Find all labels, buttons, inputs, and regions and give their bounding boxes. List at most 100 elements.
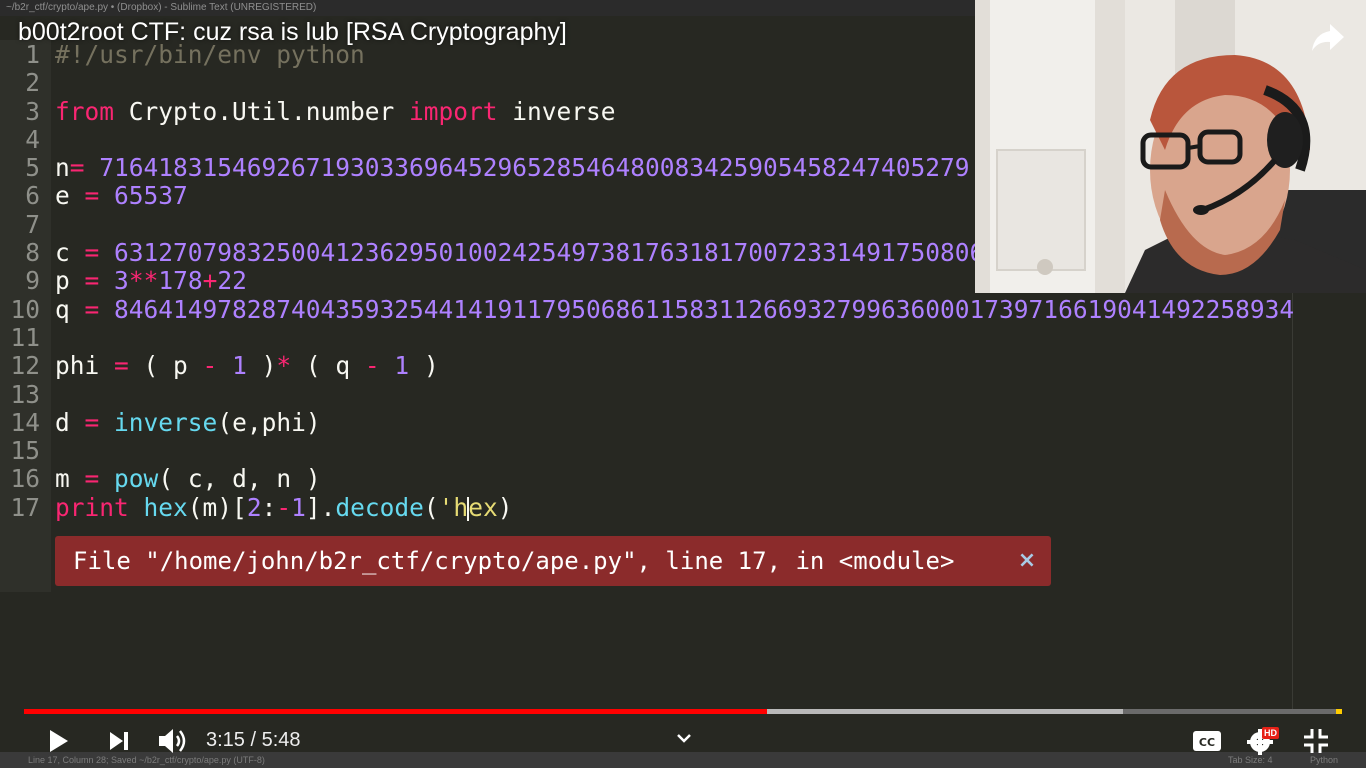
code-line[interactable]: 16 m = pow( c, d, n ) xyxy=(0,464,1294,494)
code-line[interactable]: 14 d = inverse(e,phi) xyxy=(0,407,1294,437)
code-token: pow xyxy=(114,464,159,494)
code-token: = xyxy=(84,238,100,268)
line-content: q = 846414978287404359325441419117950686… xyxy=(55,294,1295,324)
code-token: = xyxy=(114,351,129,381)
code-token: ex xyxy=(468,492,498,522)
code-token: ) xyxy=(497,492,513,522)
code-token: * xyxy=(276,351,292,381)
line-number: 14 xyxy=(10,407,40,437)
line-number: 9 xyxy=(25,266,40,296)
captions-icon[interactable]: CC xyxy=(1192,729,1222,753)
code-token: ) xyxy=(246,351,277,381)
code-token: hex xyxy=(143,492,188,522)
code-token: ( c, d, n ) xyxy=(158,464,321,494)
code-token: = xyxy=(84,407,100,437)
progress-end-marker xyxy=(1336,709,1342,714)
status-bar: Line 17, Column 28; Saved ~/b2r_ctf/cryp… xyxy=(0,752,1366,768)
settings-icon[interactable]: HD xyxy=(1246,727,1280,757)
share-icon[interactable] xyxy=(1308,20,1348,56)
chevron-down-icon[interactable] xyxy=(674,728,694,748)
error-close-button[interactable]: × xyxy=(1012,536,1042,586)
error-message: File "/home/john/b2r_ctf/crypto/ape.py",… xyxy=(73,547,955,575)
hd-badge: HD xyxy=(1262,727,1279,739)
code-token: 7164183154692671930336964529652854648008… xyxy=(99,153,970,183)
code-line[interactable]: 12 phi = ( p - 1 )* ( q - 1 ) xyxy=(0,351,1294,381)
code-line[interactable]: 17 print hex(m)[2:-1].decode('hex) xyxy=(0,492,1294,522)
line-number: 3 xyxy=(25,96,40,126)
line-number: 5 xyxy=(25,153,40,183)
line-number: 8 xyxy=(25,238,40,268)
code-token: : xyxy=(261,492,277,522)
code-token: print xyxy=(55,492,129,522)
code-token: 1 xyxy=(394,351,410,381)
code-line[interactable]: 10 q = 8464149782874043593254414191179506… xyxy=(0,294,1295,324)
code-token: 3 xyxy=(114,266,129,296)
progress-bar[interactable] xyxy=(24,709,1342,714)
code-token: = xyxy=(84,294,100,324)
time-display: 3:15 / 5:48 xyxy=(206,729,301,751)
play-icon[interactable] xyxy=(44,727,72,755)
volume-icon[interactable] xyxy=(156,726,190,756)
code-token: 178 xyxy=(158,266,203,296)
code-token: - xyxy=(364,351,380,381)
code-token: 65537 xyxy=(114,181,188,211)
code-token: Crypto.Util.number xyxy=(114,96,410,126)
code-token: import xyxy=(409,96,498,126)
code-token: c xyxy=(55,238,85,268)
code-line[interactable]: 13 xyxy=(0,379,1294,409)
error-popup: File "/home/john/b2r_ctf/crypto/ape.py",… xyxy=(55,536,1051,586)
line-number: 15 xyxy=(10,436,40,466)
next-icon[interactable] xyxy=(106,729,132,753)
code-token: = xyxy=(84,266,100,296)
line-content: from Crypto.Util.number import inverse xyxy=(55,96,616,126)
line-number: 10 xyxy=(10,294,40,324)
code-token: (m)[ xyxy=(187,492,247,522)
video-title[interactable]: b00t2root CTF: cuz rsa is lub [RSA Crypt… xyxy=(18,18,567,47)
code-token: d xyxy=(55,407,85,437)
code-token: ( xyxy=(423,492,439,522)
code-token: m xyxy=(55,464,85,494)
line-content: print hex(m)[2:-1].decode('hex) xyxy=(55,492,513,522)
code-token: 1 xyxy=(232,351,247,381)
code-line[interactable]: 11 xyxy=(0,322,1294,352)
code-token: from xyxy=(55,96,115,126)
code-token: 22 xyxy=(217,266,247,296)
svg-text:CC: CC xyxy=(1199,736,1215,749)
code-token: + xyxy=(202,266,218,296)
line-content: n= 7164183154692671930336964529652854648… xyxy=(55,154,970,182)
line-number: 7 xyxy=(25,209,40,239)
exit-fullscreen-icon[interactable] xyxy=(1302,727,1330,755)
code-token: e xyxy=(55,181,85,211)
code-token: = xyxy=(69,153,85,183)
line-content: d = inverse(e,phi) xyxy=(55,407,321,437)
code-token: ( q xyxy=(291,351,365,381)
code-token: inverse xyxy=(114,407,218,437)
code-token: ( p xyxy=(128,351,203,381)
code-token: 6312707983250041236295010024254973817631… xyxy=(114,238,985,268)
line-number: 13 xyxy=(10,379,40,409)
progress-played xyxy=(24,709,768,714)
line-number: 12 xyxy=(10,351,40,381)
code-token: = xyxy=(84,464,100,494)
line-content: c = 631270798325004123629501002425497381… xyxy=(55,238,985,268)
code-token: decode xyxy=(335,492,424,522)
code-token: n xyxy=(55,153,70,183)
code-token: (e,phi) xyxy=(217,407,321,437)
code-token: ) xyxy=(409,351,439,381)
code-token: ]. xyxy=(305,492,336,522)
line-content: e = 65537 xyxy=(55,182,188,210)
code-line[interactable]: 15 xyxy=(0,436,1294,466)
code-token: q xyxy=(55,294,85,324)
line-number: 11 xyxy=(10,322,40,352)
line-number: 17 xyxy=(10,492,40,522)
code-token: 8464149782874043593254414191179506861158… xyxy=(114,294,1295,324)
line-content: p = 3**178+22 xyxy=(55,267,247,295)
code-token: = xyxy=(84,181,100,211)
